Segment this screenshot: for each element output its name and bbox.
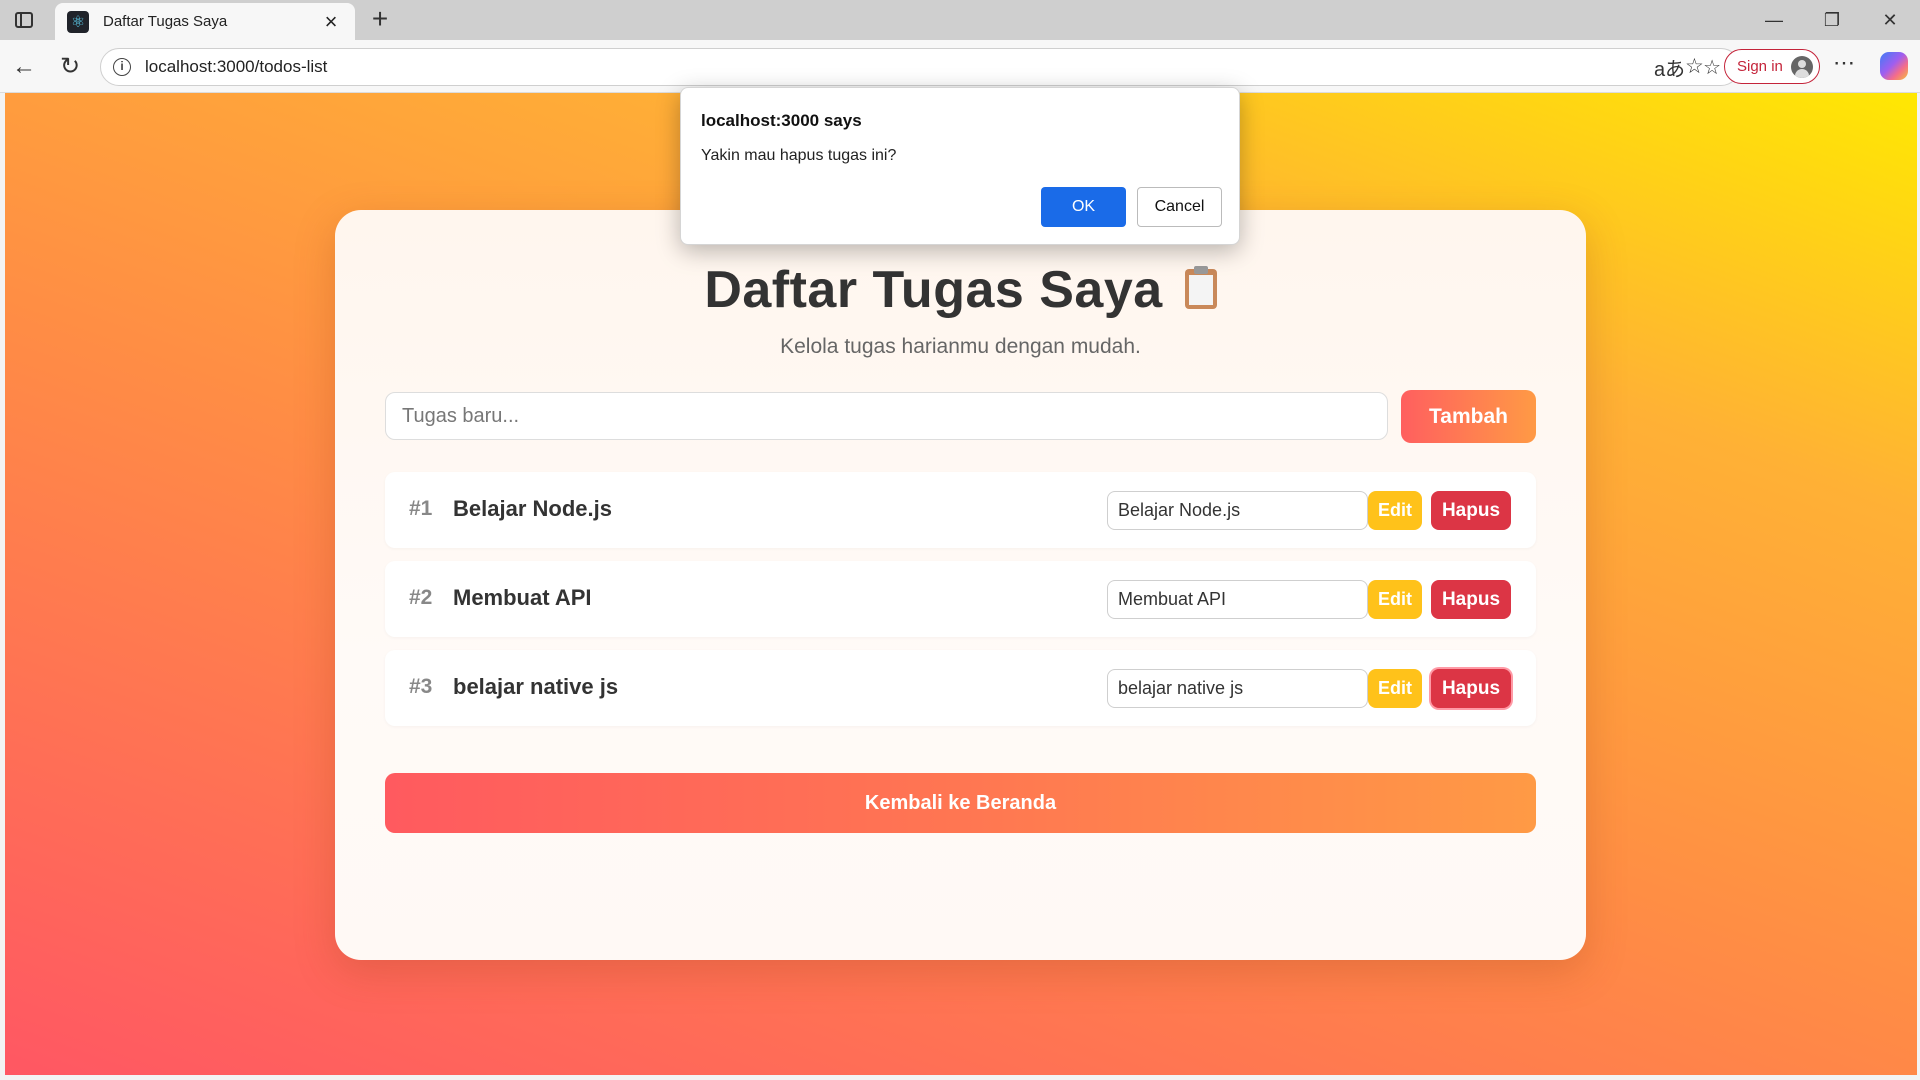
- reload-icon[interactable]: ↻: [55, 52, 85, 82]
- restore-icon[interactable]: ❐: [1812, 6, 1852, 34]
- todo-card: Daftar Tugas Saya Kelola tugas harianmu …: [335, 210, 1586, 960]
- todo-number: #2: [409, 586, 433, 609]
- tab-actions-icon[interactable]: [10, 8, 38, 32]
- clipboard-icon: [1184, 266, 1217, 309]
- back-to-home-button[interactable]: Kembali ke Beranda: [385, 773, 1536, 833]
- react-icon: ⚛: [67, 10, 89, 33]
- url-text[interactable]: localhost:3000/todos-list: [145, 57, 1654, 77]
- todo-number: #3: [409, 675, 433, 698]
- edit-task-input[interactable]: [1107, 491, 1368, 530]
- confirm-dialog: localhost:3000 says Yakin mau hapus tuga…: [680, 87, 1240, 245]
- edit-button[interactable]: Edit: [1368, 669, 1422, 708]
- ok-button[interactable]: OK: [1041, 187, 1126, 227]
- close-icon[interactable]: ×: [319, 10, 343, 32]
- read-aloud-icon[interactable]: aあ: [1654, 53, 1685, 82]
- dialog-title: localhost:3000 says: [701, 111, 862, 130]
- todo-text: belajar native js: [453, 674, 619, 699]
- edit-task-input[interactable]: [1107, 580, 1368, 619]
- info-icon[interactable]: i: [113, 58, 131, 76]
- page-subtitle: Kelola tugas harianmu dengan mudah.: [780, 335, 1141, 358]
- window-close-icon[interactable]: ✕: [1870, 6, 1910, 34]
- todo-text: Membuat API: [453, 585, 592, 610]
- browser-tab[interactable]: ⚛ Daftar Tugas Saya ×: [55, 3, 355, 40]
- page-title: Daftar Tugas Saya: [704, 261, 1163, 319]
- edit-button[interactable]: Edit: [1368, 491, 1422, 530]
- minimize-icon[interactable]: —: [1754, 6, 1794, 34]
- favorites-icon[interactable]: ☆: [1685, 54, 1704, 79]
- url-bar[interactable]: i localhost:3000/todos-list aあ ☆: [100, 48, 1740, 86]
- dialog-message: Yakin mau hapus tugas ini?: [701, 147, 897, 164]
- todo-list: #1 Belajar Node.js Edit Hapus #2 Membuat…: [385, 472, 1536, 739]
- edit-task-input[interactable]: [1107, 669, 1368, 708]
- signin-label: Sign in: [1737, 58, 1783, 75]
- list-item: #1 Belajar Node.js Edit Hapus: [385, 472, 1536, 548]
- more-icon[interactable]: ⋯: [1833, 50, 1855, 76]
- list-item: #2 Membuat API Edit Hapus: [385, 561, 1536, 637]
- profile-avatar-icon: [1791, 55, 1813, 78]
- todo-number: #1: [409, 497, 433, 520]
- add-task-row: Tambah: [385, 390, 1536, 443]
- address-toolbar: ← ↻ i localhost:3000/todos-list aあ ☆ ☆ ⋯: [0, 40, 1920, 93]
- page-header: Daftar Tugas Saya: [335, 260, 1586, 320]
- tab-strip: ⚛ Daftar Tugas Saya × + — ❐ ✕: [0, 0, 1920, 40]
- copilot-icon[interactable]: [1880, 52, 1908, 80]
- cancel-button[interactable]: Cancel: [1137, 187, 1222, 227]
- delete-button[interactable]: Hapus: [1431, 580, 1511, 619]
- delete-button[interactable]: Hapus: [1431, 669, 1511, 708]
- star-icon[interactable]: ☆: [1703, 55, 1721, 80]
- todo-text: Belajar Node.js: [453, 496, 612, 521]
- add-task-button[interactable]: Tambah: [1401, 390, 1536, 443]
- list-item: #3 belajar native js Edit Hapus: [385, 650, 1536, 726]
- delete-button[interactable]: Hapus: [1431, 491, 1511, 530]
- plus-icon[interactable]: +: [364, 4, 396, 36]
- signin-button[interactable]: Sign in: [1724, 49, 1820, 84]
- edit-button[interactable]: Edit: [1368, 580, 1422, 619]
- tab-title: Daftar Tugas Saya: [103, 13, 228, 30]
- back-arrow-icon[interactable]: ←: [9, 52, 39, 82]
- new-task-input[interactable]: [385, 392, 1388, 440]
